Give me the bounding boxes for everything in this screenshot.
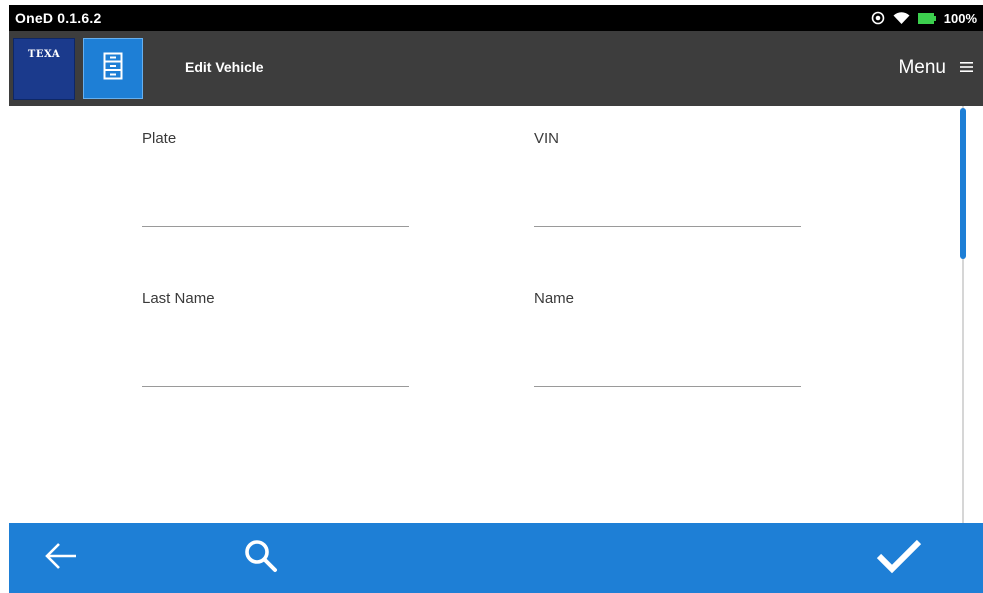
last-name-field-group: Last Name: [142, 290, 409, 307]
bottom-action-bar: [9, 523, 983, 593]
texa-logo: TEXA: [13, 38, 75, 100]
search-button[interactable]: [231, 523, 291, 593]
scrollbar-thumb[interactable]: [960, 108, 966, 259]
name-input-wrap: [534, 357, 801, 387]
app-header: TEXA Edit Vehicle Menu: [9, 31, 983, 106]
status-bar: OneD 0.1.6.2 100%: [9, 5, 983, 31]
battery-icon: [917, 12, 936, 24]
vin-input-wrap: [534, 197, 801, 227]
checkmark-icon: [876, 538, 922, 579]
battery-percent: 100%: [943, 10, 977, 26]
location-icon: [871, 11, 885, 25]
wifi-icon: [893, 11, 910, 25]
name-field-group: Name: [534, 290, 801, 307]
back-arrow-icon: [44, 542, 78, 575]
name-input[interactable]: [534, 357, 801, 387]
vin-input[interactable]: [534, 197, 801, 227]
archive-icon: [103, 52, 123, 85]
last-name-label: Last Name: [142, 290, 215, 307]
confirm-button[interactable]: [864, 523, 934, 593]
vin-label: VIN: [534, 130, 560, 147]
archive-module-button[interactable]: [83, 38, 143, 99]
name-label: Name: [534, 290, 575, 307]
last-name-input[interactable]: [142, 357, 409, 387]
hamburger-icon: [960, 57, 973, 79]
plate-field-group: Plate: [142, 130, 409, 147]
page-title: Edit Vehicle: [185, 59, 264, 75]
last-name-input-wrap: [142, 357, 409, 387]
search-icon: [243, 538, 279, 579]
vehicle-form: Plate VIN Last Name Name: [9, 106, 983, 523]
back-button[interactable]: [39, 523, 83, 593]
menu-button[interactable]: Menu: [898, 57, 973, 79]
plate-input[interactable]: [142, 197, 409, 227]
vin-field-group: VIN: [534, 130, 801, 147]
menu-label: Menu: [898, 57, 946, 78]
status-icons: 100%: [871, 11, 977, 26]
app-version: OneD 0.1.6.2: [15, 10, 102, 26]
plate-input-wrap: [142, 197, 409, 227]
plate-label: Plate: [142, 130, 177, 147]
